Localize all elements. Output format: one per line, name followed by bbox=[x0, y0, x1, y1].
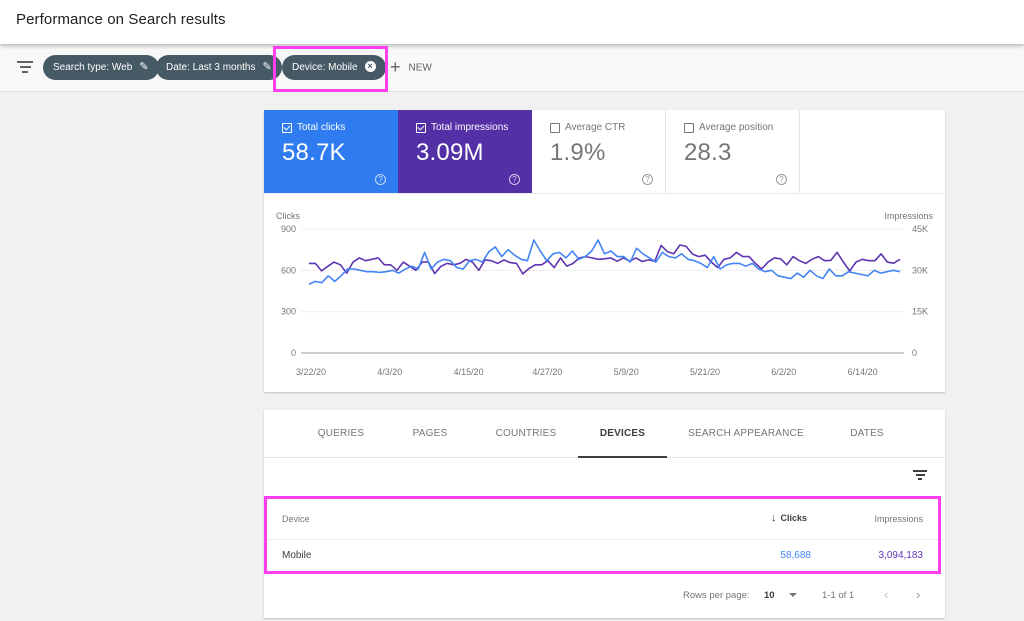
tab-countries[interactable]: COUNTRIES bbox=[486, 410, 566, 458]
close-circle-icon[interactable]: × bbox=[364, 60, 376, 72]
checkbox-checked-icon[interactable] bbox=[282, 122, 292, 133]
cell-device: Mobile bbox=[282, 550, 312, 561]
tab-queries[interactable]: QUERIES bbox=[304, 410, 378, 458]
chip-search-type[interactable]: Search type: Web ✎ bbox=[43, 55, 159, 80]
filter-bar: Search type: Web ✎ Date: Last 3 months ✎ D… bbox=[0, 44, 1024, 92]
help-icon[interactable]: ? bbox=[509, 174, 520, 185]
checkbox-checked-icon[interactable] bbox=[416, 122, 426, 133]
x-tick: 6/14/20 bbox=[848, 367, 878, 377]
help-icon[interactable]: ? bbox=[375, 174, 386, 185]
x-tick: 4/27/20 bbox=[532, 367, 562, 377]
rows-per-page-select[interactable]: 10 bbox=[764, 590, 798, 601]
arrow-down-icon: ↓ bbox=[771, 512, 777, 524]
column-header-device[interactable]: Device bbox=[282, 514, 310, 524]
metric-total-clicks[interactable]: Total clicks 58.7K ? bbox=[264, 110, 398, 193]
new-label: NEW bbox=[408, 62, 432, 74]
metric-value: 3.09M bbox=[416, 139, 484, 166]
pagination-range: 1-1 of 1 bbox=[822, 590, 855, 601]
cell-impressions: 3,094,183 bbox=[878, 550, 924, 561]
performance-card: Total clicks 58.7K ? Total impressions 3… bbox=[264, 110, 945, 392]
rows-per-page-label: Rows per page: bbox=[683, 590, 750, 601]
y-tick-right: 30K bbox=[912, 265, 928, 275]
metric-label: Average CTR bbox=[565, 122, 626, 133]
metric-average-position[interactable]: Average position 28.3 ? bbox=[666, 110, 800, 193]
filter-icon[interactable] bbox=[17, 61, 33, 75]
pencil-icon[interactable]: ✎ bbox=[263, 55, 272, 80]
tab-devices[interactable]: DEVICES bbox=[578, 410, 667, 458]
y-tick-left: 600 bbox=[281, 265, 296, 275]
y-tick-right: 15K bbox=[912, 307, 928, 317]
x-tick: 4/3/20 bbox=[377, 367, 402, 377]
chip-label: Date: Last 3 months bbox=[166, 62, 256, 74]
column-header-impressions[interactable]: Impressions bbox=[874, 514, 923, 524]
new-filter-button[interactable]: + NEW bbox=[390, 56, 432, 80]
y-tick-left: 0 bbox=[291, 348, 296, 358]
prev-page-icon[interactable]: ‹ bbox=[884, 587, 888, 602]
metric-label: Average position bbox=[699, 122, 774, 133]
next-page-icon[interactable]: › bbox=[916, 587, 920, 602]
chip-date[interactable]: Date: Last 3 months ✎ bbox=[156, 55, 282, 80]
chart-svg: Clicks Impressions 0 300 600 900 0 15K 30K 45K… bbox=[276, 211, 934, 377]
x-tick: 6/2/20 bbox=[771, 367, 796, 377]
checkbox-unchecked-icon[interactable] bbox=[550, 122, 560, 133]
y-tick-right: 45K bbox=[912, 224, 928, 234]
top-bar: Performance on Search results bbox=[0, 0, 1024, 44]
dimension-tabs: QUERIES PAGES COUNTRIES DEVICES SEARCH A… bbox=[264, 410, 945, 458]
plus-icon: + bbox=[390, 57, 401, 77]
chip-label: Device: Mobile bbox=[292, 62, 358, 73]
left-axis-label: Clicks bbox=[276, 211, 300, 221]
column-header-clicks[interactable]: ↓ Clicks bbox=[771, 512, 807, 524]
x-tick: 5/21/20 bbox=[690, 367, 720, 377]
table-filter-icon[interactable] bbox=[913, 470, 927, 482]
y-tick-left: 300 bbox=[281, 307, 296, 317]
metric-value: 28.3 bbox=[684, 139, 732, 166]
table-card: QUERIES PAGES COUNTRIES DEVICES SEARCH A… bbox=[264, 410, 945, 618]
page-title: Performance on Search results bbox=[16, 11, 226, 28]
dropdown-arrow-icon bbox=[789, 593, 798, 598]
metric-total-impressions[interactable]: Total impressions 3.09M ? bbox=[398, 110, 532, 193]
y-tick-right: 0 bbox=[912, 348, 917, 358]
right-axis-label: Impressions bbox=[884, 211, 933, 221]
x-tick: 4/15/20 bbox=[454, 367, 484, 377]
cell-clicks: 58,688 bbox=[780, 550, 811, 561]
tab-dates[interactable]: DATES bbox=[838, 410, 896, 458]
y-tick-left: 900 bbox=[281, 224, 296, 234]
divider bbox=[264, 539, 945, 540]
checkbox-unchecked-icon[interactable] bbox=[684, 122, 694, 133]
tab-pages[interactable]: PAGES bbox=[400, 410, 460, 458]
tab-search-appearance[interactable]: SEARCH APPEARANCE bbox=[682, 410, 810, 458]
x-tick: 5/9/20 bbox=[614, 367, 639, 377]
series-line-impressions bbox=[309, 244, 901, 275]
metric-value: 58.7K bbox=[282, 139, 346, 166]
pencil-icon[interactable]: ✎ bbox=[139, 55, 148, 80]
metric-label: Total clicks bbox=[297, 122, 346, 133]
rows-per-page-value: 10 bbox=[764, 590, 775, 601]
x-tick: 3/22/20 bbox=[296, 367, 326, 377]
chip-device[interactable]: Device: Mobile × bbox=[282, 55, 386, 80]
series-line-clicks bbox=[308, 239, 901, 285]
performance-chart: Clicks Impressions 0 300 600 900 0 15K 30K 45K… bbox=[264, 193, 945, 393]
chip-label: Search type: Web bbox=[53, 62, 133, 74]
help-icon[interactable]: ? bbox=[642, 174, 653, 185]
help-icon[interactable]: ? bbox=[776, 174, 787, 185]
metric-average-ctr[interactable]: Average CTR 1.9% ? bbox=[532, 110, 666, 193]
metric-label: Total impressions bbox=[431, 122, 509, 133]
metric-value: 1.9% bbox=[550, 139, 606, 166]
column-header-clicks-label: Clicks bbox=[780, 513, 808, 523]
